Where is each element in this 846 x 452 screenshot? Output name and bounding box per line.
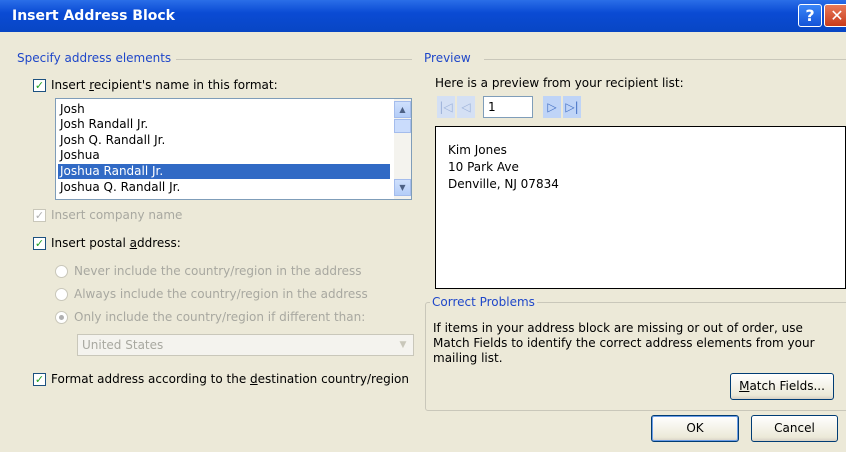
- preview-caption: Here is a preview from your recipient li…: [435, 76, 684, 90]
- address-line: Denville, NJ 07834: [448, 177, 559, 191]
- format-dest-label-pre: Format address according to the: [51, 372, 251, 386]
- cancel-button[interactable]: Cancel: [751, 415, 838, 442]
- correct-problems-label: Correct Problems: [430, 295, 537, 309]
- ok-button[interactable]: OK: [651, 415, 739, 442]
- postal-label-post: ddress:: [137, 236, 181, 250]
- postal-label-accel: a: [129, 236, 138, 250]
- always-include-country-label: Always include the country/region in the…: [74, 287, 368, 301]
- address-elements-divider: [176, 59, 412, 60]
- preview-divider: [484, 59, 846, 60]
- format-destination-checkbox[interactable]: ✓: [33, 373, 46, 386]
- recipient-name-label-pre: Insert: [51, 78, 90, 92]
- scroll-thumb[interactable]: [394, 119, 411, 133]
- chevron-down-icon[interactable]: ▼: [394, 336, 412, 354]
- postal-label-pre: Insert postal: [51, 236, 130, 250]
- address-preview: Kim Jones 10 Park Ave Denville, NJ 07834: [435, 126, 846, 289]
- window-title: Insert Address Block: [12, 8, 175, 24]
- address-elements-group-label: Specify address elements: [17, 51, 172, 65]
- correct-problems-text: If items in your address block are missi…: [433, 321, 815, 365]
- record-number-input[interactable]: 1: [483, 96, 533, 118]
- match-fields-label-post: atch Fields...: [749, 379, 825, 393]
- title-bar: Insert Address Block ? ✕: [0, 0, 846, 32]
- close-button[interactable]: ✕: [824, 4, 846, 27]
- never-include-country-radio[interactable]: [55, 265, 68, 278]
- only-if-different-label: Only include the country/region if diffe…: [74, 310, 366, 324]
- list-item[interactable]: Joshua: [58, 148, 390, 163]
- postal-address-checkbox[interactable]: ✓: [33, 237, 46, 250]
- list-item[interactable]: Josh: [58, 102, 390, 117]
- postal-address-label[interactable]: Insert postal address:: [51, 236, 181, 250]
- format-dest-label-post: estination country/region: [257, 372, 409, 386]
- list-item[interactable]: Josh Randall Jr.: [58, 117, 390, 132]
- next-record-icon[interactable]: ▷: [543, 96, 561, 118]
- scroll-down-icon[interactable]: ▼: [394, 179, 411, 196]
- country-select[interactable]: United States ▼: [77, 334, 414, 356]
- always-include-country-radio[interactable]: [55, 288, 68, 301]
- list-item-selected[interactable]: Joshua Randall Jr.: [58, 164, 390, 179]
- first-record-icon[interactable]: |◁: [437, 96, 455, 118]
- list-scrollbar[interactable]: ▲ ▼: [394, 99, 411, 199]
- list-item[interactable]: Joshua Q. Randall Jr.: [58, 180, 390, 195]
- last-record-icon[interactable]: ▷|: [563, 96, 581, 118]
- company-name-checkbox[interactable]: ✓: [33, 209, 46, 222]
- match-fields-button[interactable]: Match Fields...: [730, 373, 834, 400]
- company-name-label: Insert company name: [51, 208, 183, 222]
- format-destination-label[interactable]: Format address according to the destinat…: [51, 372, 409, 386]
- preview-group-label: Preview: [424, 51, 471, 65]
- recipient-name-label[interactable]: Insert recipient's name in this format:: [51, 78, 278, 92]
- list-item[interactable]: Josh Q. Randall Jr.: [58, 133, 390, 148]
- country-select-value: United States: [82, 338, 164, 352]
- recipient-name-label-post: ecipient's name in this format:: [93, 78, 278, 92]
- only-if-different-radio[interactable]: [55, 311, 68, 324]
- recipient-name-checkbox[interactable]: ✓: [33, 79, 46, 92]
- address-line: 10 Park Ave: [448, 160, 519, 174]
- never-include-country-label: Never include the country/region in the …: [74, 264, 362, 278]
- help-button[interactable]: ?: [798, 4, 822, 27]
- match-fields-label-accel: M: [739, 379, 750, 393]
- previous-record-icon[interactable]: ◁: [457, 96, 475, 118]
- close-icon: ✕: [830, 6, 844, 25]
- name-format-list[interactable]: Josh Josh Randall Jr. Josh Q. Randall Jr…: [55, 98, 412, 200]
- address-line: Kim Jones: [448, 143, 507, 157]
- help-icon: ?: [805, 6, 815, 25]
- format-dest-label-accel: d: [250, 372, 258, 386]
- scroll-up-icon[interactable]: ▲: [394, 101, 411, 118]
